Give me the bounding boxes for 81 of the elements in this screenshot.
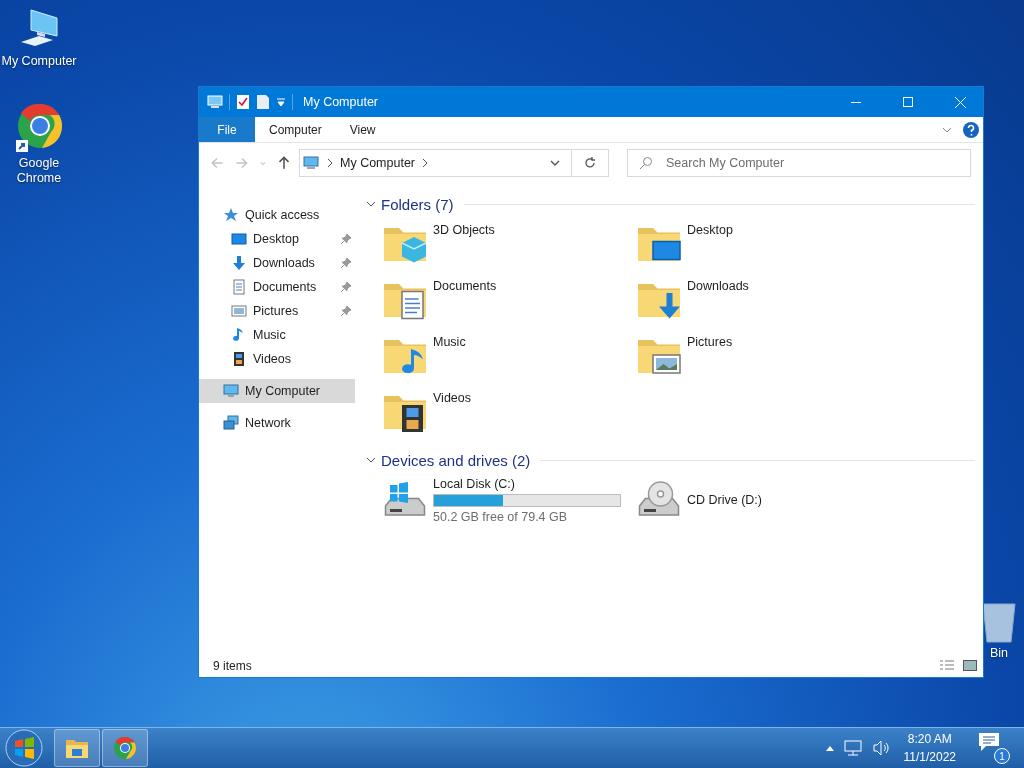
close-icon bbox=[954, 96, 966, 108]
clock-date[interactable]: 11/1/2022 bbox=[903, 750, 956, 764]
search-field[interactable]: Search My Computer bbox=[627, 149, 971, 177]
show-hidden-icons-icon[interactable] bbox=[825, 745, 834, 751]
drive-item[interactable]: CD Drive (D:) bbox=[635, 475, 889, 525]
start-button[interactable] bbox=[4, 728, 44, 768]
maximize-icon bbox=[903, 97, 913, 107]
folder-name: Downloads bbox=[687, 279, 749, 293]
nav-item[interactable]: Documents bbox=[199, 275, 355, 299]
monitor-icon bbox=[223, 383, 239, 399]
folder-icon bbox=[65, 737, 89, 759]
notifications-button[interactable]: 1 bbox=[978, 732, 1010, 764]
drive-item[interactable]: Local Disk (C:) 50.2 GB free of 79.4 GB bbox=[381, 475, 635, 525]
drive-name: CD Drive (D:) bbox=[687, 493, 762, 507]
pin-icon[interactable] bbox=[341, 258, 351, 268]
clock-time[interactable]: 8:20 AM bbox=[907, 732, 952, 746]
folder-item[interactable]: 3D Objects bbox=[381, 219, 635, 275]
free-space-text: 50.2 GB free of 79.4 GB bbox=[433, 509, 569, 524]
ribbon-tab[interactable]: View bbox=[335, 117, 390, 142]
icon-label[interactable]: My Computer bbox=[1, 54, 77, 69]
drive-name: Local Disk (C:) bbox=[433, 476, 516, 491]
item-count: 9 items bbox=[213, 659, 253, 673]
film-strip-icon bbox=[231, 351, 247, 367]
folder-name: Music bbox=[433, 335, 466, 349]
folder-item[interactable]: Pictures bbox=[635, 331, 889, 387]
icon-label[interactable]: Google Chrome bbox=[0, 156, 78, 186]
folder-item[interactable]: Music bbox=[381, 331, 635, 387]
pin-icon[interactable] bbox=[341, 306, 351, 316]
details-view-icon[interactable] bbox=[939, 660, 955, 672]
chrome-icon bbox=[16, 104, 62, 154]
nav-item[interactable]: Videos bbox=[199, 347, 355, 371]
monitor-icon[interactable] bbox=[207, 94, 223, 110]
volume-icon[interactable] bbox=[871, 740, 890, 756]
pin-icon[interactable] bbox=[341, 282, 351, 292]
nav-item[interactable]: Desktop bbox=[199, 227, 355, 251]
ribbon-tab[interactable]: Computer bbox=[255, 117, 336, 142]
message-icon bbox=[978, 732, 1000, 752]
chevron-right-icon bbox=[421, 158, 430, 168]
help-icon[interactable] bbox=[963, 121, 979, 138]
taskbar-button[interactable] bbox=[54, 729, 100, 767]
network-icon bbox=[223, 415, 239, 431]
large-icons-view-icon[interactable] bbox=[963, 660, 977, 672]
folder-item[interactable]: Desktop bbox=[635, 219, 889, 275]
section-heading: Folders (7) bbox=[381, 195, 454, 213]
blank-page-icon[interactable] bbox=[256, 94, 270, 110]
icon-label[interactable]: Bin bbox=[989, 646, 1009, 661]
nav-item[interactable]: Pictures bbox=[199, 299, 355, 323]
star-icon bbox=[223, 207, 239, 223]
folder-name: Documents bbox=[433, 279, 497, 293]
nav-item[interactable]: Quick access bbox=[199, 203, 355, 227]
folder-name: Pictures bbox=[687, 335, 733, 349]
nav-item[interactable]: Downloads bbox=[199, 251, 355, 275]
monitor-icon bbox=[231, 231, 247, 247]
refresh-icon[interactable] bbox=[583, 156, 597, 170]
address-bar[interactable]: My Computer bbox=[299, 149, 609, 177]
folder-name: Videos bbox=[433, 391, 471, 405]
nav-item[interactable]: Music bbox=[199, 323, 355, 347]
checklist-icon[interactable] bbox=[236, 94, 250, 110]
taskbar-button[interactable] bbox=[102, 729, 148, 767]
chevron-right-icon bbox=[326, 158, 334, 168]
document-icon bbox=[231, 279, 247, 295]
window-title: My Computer bbox=[303, 95, 380, 109]
folder-item[interactable]: Documents bbox=[381, 275, 635, 331]
dropdown-caret-icon[interactable] bbox=[276, 97, 286, 107]
folder-name: Desktop bbox=[687, 223, 733, 237]
picture-icon bbox=[231, 303, 247, 319]
arrow-down-icon bbox=[231, 255, 247, 271]
notification-count: 1 bbox=[994, 748, 1010, 764]
section-heading: Devices and drives (2) bbox=[381, 451, 531, 469]
chrome-icon bbox=[113, 736, 137, 760]
file-menu-button[interactable]: File bbox=[199, 117, 255, 142]
folder-item[interactable]: Downloads bbox=[635, 275, 889, 331]
folder-name: 3D Objects bbox=[433, 223, 495, 237]
breadcrumb[interactable]: My Computer bbox=[340, 156, 416, 170]
nav-item[interactable]: Network bbox=[199, 411, 355, 435]
folder-item[interactable]: Videos bbox=[381, 387, 635, 443]
monitor-icon bbox=[302, 155, 320, 171]
network-icon[interactable] bbox=[843, 740, 862, 756]
pin-icon[interactable] bbox=[341, 234, 351, 244]
minimize-icon bbox=[851, 101, 861, 103]
nav-item[interactable]: My Computer bbox=[199, 379, 355, 403]
